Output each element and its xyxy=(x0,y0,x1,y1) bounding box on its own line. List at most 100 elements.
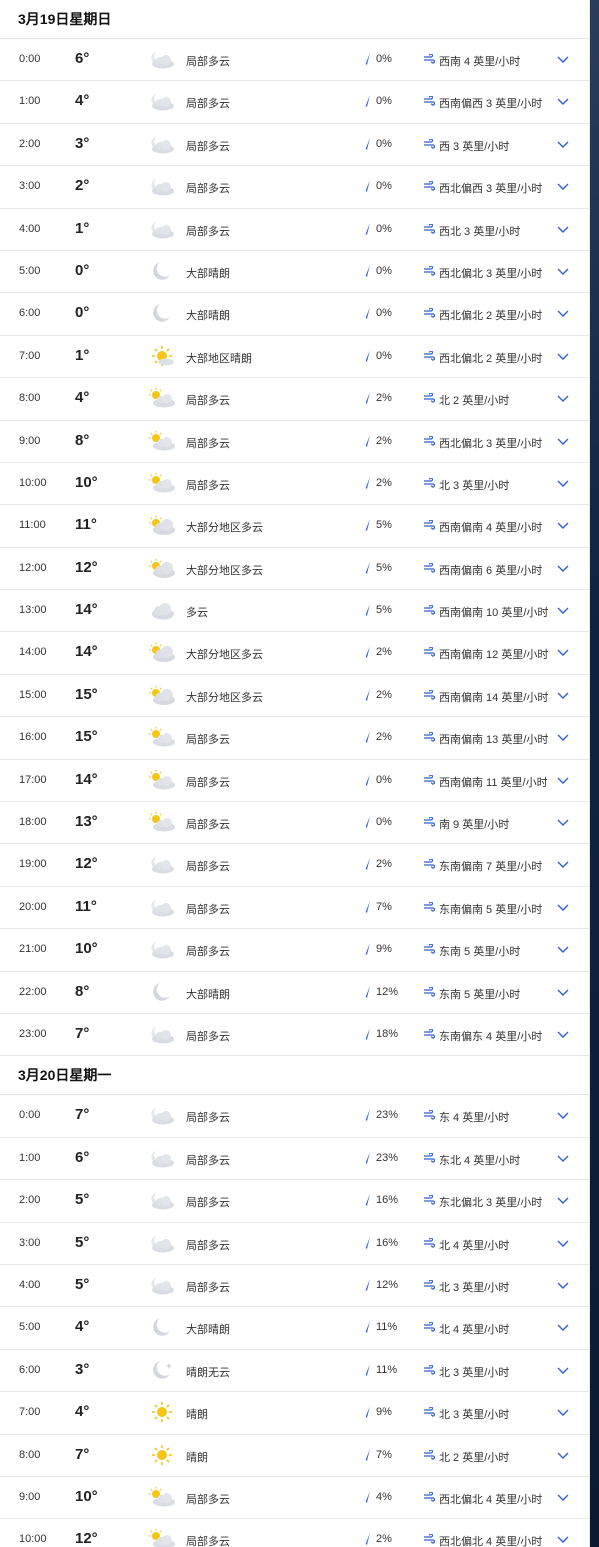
hour-row[interactable]: 8:00 7° 晴朗 7% 北 2 英里/小时 xyxy=(0,1435,589,1477)
wind-icon xyxy=(423,1491,436,1502)
chevron-down-icon[interactable] xyxy=(556,1236,570,1250)
wind-icon xyxy=(423,731,436,742)
chevron-down-icon[interactable] xyxy=(556,1532,570,1546)
chevron-down-icon[interactable] xyxy=(556,942,570,956)
chevron-down-icon[interactable] xyxy=(556,476,570,490)
chevron-down-icon[interactable] xyxy=(556,688,570,702)
wind-icon xyxy=(423,1364,436,1375)
chevron-down-icon[interactable] xyxy=(556,1490,570,1504)
chevron-down-icon[interactable] xyxy=(556,222,570,236)
wind-speed: 西北偏北 2 英里/小时 xyxy=(439,310,543,323)
hour-condition: 局部多云 xyxy=(186,1536,230,1547)
partly-cloudy-night-icon xyxy=(148,133,176,155)
hour-row[interactable]: 13:00 14° 多云 5% 西南偏南 10 英里/小时 xyxy=(0,590,589,633)
hour-row[interactable]: 10:00 12° 局部多云 2% 西北偏北 4 英里/小时 xyxy=(0,1519,589,1547)
hour-row[interactable]: 22:00 8° 大部晴朗 12% 东南 5 英里/小时 xyxy=(0,972,589,1014)
chevron-down-icon[interactable] xyxy=(556,137,570,151)
hour-row[interactable]: 9:00 10° 局部多云 4% 西北偏北 4 英里/小时 xyxy=(0,1477,589,1520)
chevron-down-icon[interactable] xyxy=(556,773,570,787)
chevron-down-icon[interactable] xyxy=(556,730,570,744)
hour-row[interactable]: 12:00 12° 大部分地区多云 5% 西南偏南 6 英里/小时 xyxy=(0,548,589,591)
precip-chance: 5% xyxy=(376,604,392,617)
hour-row[interactable]: 18:00 13° 局部多云 0% 南 9 英里/小时 xyxy=(0,802,589,845)
chevron-down-icon[interactable] xyxy=(556,264,570,278)
hour-time: 6:00 xyxy=(19,307,41,320)
chevron-down-icon[interactable] xyxy=(556,179,570,193)
hour-row[interactable]: 6:00 3° 晴朗无云 11% 北 3 英里/小时 xyxy=(0,1350,589,1393)
hour-row[interactable]: 3:00 2° 局部多云 0% 西北偏西 3 英里/小时 xyxy=(0,166,589,209)
hour-row[interactable]: 16:00 15° 局部多云 2% 西南偏南 13 英里/小时 xyxy=(0,717,589,760)
chevron-down-icon[interactable] xyxy=(556,434,570,448)
wind-speed: 东南偏东 4 英里/小时 xyxy=(439,1030,543,1043)
hour-condition: 局部多云 xyxy=(186,183,230,196)
hour-condition: 局部多云 xyxy=(186,946,230,959)
hour-row[interactable]: 0:00 7° 局部多云 23% 东 4 英里/小时 xyxy=(0,1095,589,1138)
hour-row[interactable]: 5:00 4° 大部晴朗 11% 北 4 英里/小时 xyxy=(0,1307,589,1350)
hour-row[interactable]: 7:00 4° 晴朗 9% 北 3 英里/小时 xyxy=(0,1392,589,1435)
hour-row[interactable]: 4:00 1° 局部多云 0% 西北 3 英里/小时 xyxy=(0,209,589,251)
hour-condition: 大部分地区多云 xyxy=(186,564,263,577)
chevron-down-icon[interactable] xyxy=(556,1448,570,1462)
raindrop-icon xyxy=(364,1109,372,1121)
chevron-down-icon[interactable] xyxy=(556,94,570,108)
hour-row[interactable]: 1:00 6° 局部多云 23% 东北 4 英里/小时 xyxy=(0,1138,589,1181)
hour-row[interactable]: 21:00 10° 局部多云 9% 东南 5 英里/小时 xyxy=(0,929,589,972)
wind-icon xyxy=(423,1236,436,1248)
hour-row[interactable]: 6:00 0° 大部晴朗 0% 西北偏北 2 英里/小时 xyxy=(0,293,589,336)
chevron-down-icon[interactable] xyxy=(556,1193,570,1207)
chevron-down-icon[interactable] xyxy=(556,645,570,659)
hour-row[interactable]: 1:00 4° 局部多云 0% 西南偏西 3 英里/小时 xyxy=(0,81,589,124)
raindrop-icon xyxy=(364,1448,372,1461)
chevron-down-icon[interactable] xyxy=(556,306,570,320)
hour-row[interactable]: 15:00 15° 大部分地区多云 2% 西南偏南 14 英里/小时 xyxy=(0,675,589,718)
chevron-down-icon[interactable] xyxy=(556,1363,570,1377)
precip-chance: 7% xyxy=(376,900,392,913)
hour-row[interactable]: 2:00 3° 局部多云 0% 西 3 英里/小时 xyxy=(0,124,589,167)
hour-time: 6:00 xyxy=(19,1363,41,1376)
hour-row[interactable]: 20:00 11° 局部多云 7% 东南偏南 5 英里/小时 xyxy=(0,887,589,930)
chevron-down-icon[interactable] xyxy=(556,391,570,405)
chevron-down-icon[interactable] xyxy=(556,518,570,532)
raindrop-icon xyxy=(364,53,372,65)
hour-row[interactable]: 10:00 10° 局部多云 2% 北 3 英里/小时 xyxy=(0,463,589,506)
chevron-down-icon[interactable] xyxy=(556,815,570,829)
cloudy-icon xyxy=(148,599,176,621)
wind-speed: 东南 5 英里/小时 xyxy=(439,946,521,959)
partly-cloudy-night-icon xyxy=(148,90,176,112)
chevron-down-icon[interactable] xyxy=(556,349,570,363)
chevron-down-icon[interactable] xyxy=(556,52,570,66)
mostly-clear-night-icon xyxy=(148,260,176,282)
wind-speed: 东北 4 英里/小时 xyxy=(439,1154,521,1167)
hour-row[interactable]: 0:00 6° 局部多云 0% 西南 4 英里/小时 xyxy=(0,39,589,82)
chevron-down-icon[interactable] xyxy=(556,900,570,914)
hour-temperature: 6° xyxy=(75,50,90,67)
hour-row[interactable]: 9:00 8° 局部多云 2% 西北偏北 3 英里/小时 xyxy=(0,421,589,463)
chevron-down-icon[interactable] xyxy=(556,561,570,575)
hour-row[interactable]: 7:00 1° 大部地区晴朗 0% 西北偏北 2 英里/小时 xyxy=(0,336,589,379)
precip-chance: 2% xyxy=(376,731,392,744)
chevron-down-icon[interactable] xyxy=(556,603,570,617)
hour-row[interactable]: 2:00 5° 局部多云 16% 东北偏北 3 英里/小时 xyxy=(0,1180,589,1223)
chevron-down-icon[interactable] xyxy=(556,1405,570,1419)
hour-row[interactable]: 5:00 0° 大部晴朗 0% 西北偏北 3 英里/小时 xyxy=(0,251,589,294)
hour-row[interactable]: 14:00 14° 大部分地区多云 2% 西南偏南 12 英里/小时 xyxy=(0,632,589,675)
hour-row[interactable]: 3:00 5° 局部多云 16% 北 4 英里/小时 xyxy=(0,1223,589,1265)
chevron-down-icon[interactable] xyxy=(556,1108,570,1122)
hour-condition: 局部多云 xyxy=(186,861,230,874)
hour-condition: 多云 xyxy=(186,607,208,620)
raindrop-icon xyxy=(364,731,372,743)
hour-row[interactable]: 8:00 4° 局部多云 2% 北 2 英里/小时 xyxy=(0,378,589,421)
hour-row[interactable]: 17:00 14° 局部多云 0% 西南偏南 11 英里/小时 xyxy=(0,760,589,803)
chevron-down-icon[interactable] xyxy=(556,857,570,871)
hour-row[interactable]: 19:00 12° 局部多云 2% 东南偏南 7 英里/小时 xyxy=(0,844,589,887)
chevron-down-icon[interactable] xyxy=(556,1320,570,1334)
hour-row[interactable]: 11:00 11° 大部分地区多云 5% 西南偏南 4 英里/小时 xyxy=(0,505,589,548)
chevron-down-icon[interactable] xyxy=(556,985,570,999)
chevron-down-icon[interactable] xyxy=(556,1027,570,1041)
hour-row[interactable]: 23:00 7° 局部多云 18% 东南偏东 4 英里/小时 xyxy=(0,1014,589,1057)
hour-condition: 大部分地区多云 xyxy=(186,522,263,535)
chevron-down-icon[interactable] xyxy=(556,1151,570,1165)
partly-cloudy-day-icon xyxy=(148,811,176,833)
hour-row[interactable]: 4:00 5° 局部多云 12% 北 3 英里/小时 xyxy=(0,1265,589,1308)
chevron-down-icon[interactable] xyxy=(556,1278,570,1292)
